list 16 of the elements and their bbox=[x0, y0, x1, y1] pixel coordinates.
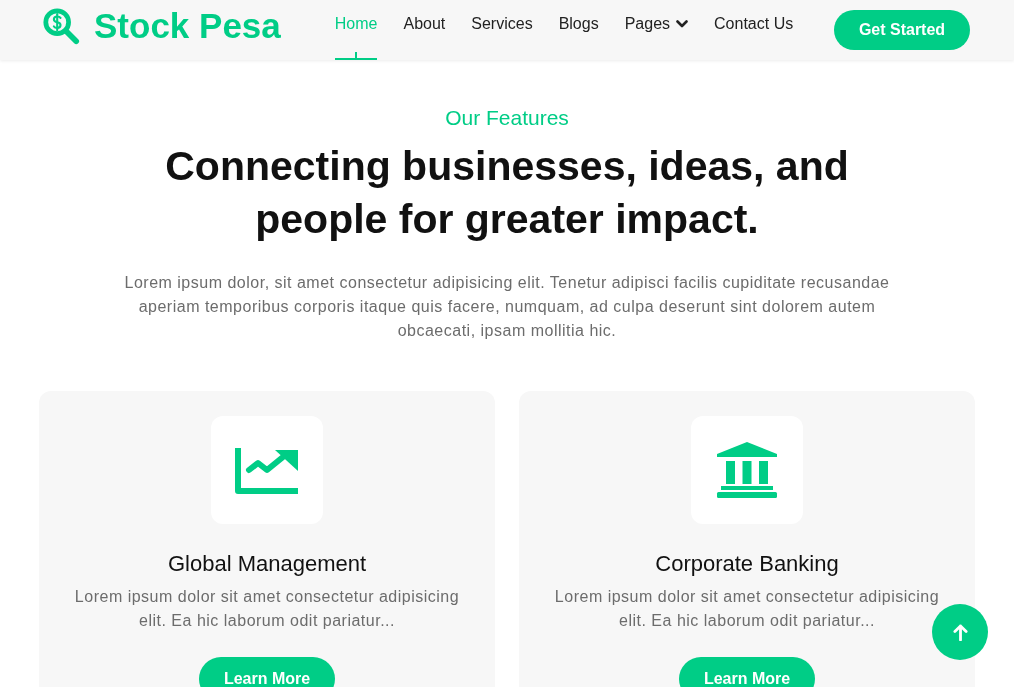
section-eyebrow: Our Features bbox=[445, 106, 569, 130]
card-title: Global Management bbox=[167, 550, 367, 578]
brand-name: Stock Pesa bbox=[94, 5, 281, 47]
nav-link[interactable]: Contact Us bbox=[714, 0, 794, 60]
dollar-magnifier-icon bbox=[42, 7, 80, 45]
section-heading: Connecting businesses, ideas, and people for greater impact. bbox=[164, 142, 850, 244]
arrow-up-icon bbox=[952, 623, 968, 641]
nav-link[interactable]: Blogs bbox=[558, 0, 599, 60]
nav-link[interactable]: Services bbox=[471, 0, 533, 60]
nav-link[interactable]: Pages bbox=[624, 0, 689, 60]
bank-building-icon bbox=[715, 442, 779, 498]
nav-link[interactable]: About bbox=[403, 0, 446, 60]
card-title: Corporate Banking bbox=[655, 550, 839, 578]
card-text: Lorem ipsum dolor sit amet consectetur adipisicing elit. Ea hic laborum odit pariatur... bbox=[553, 587, 941, 631]
card-text: Lorem ipsum dolor sit amet consectetur adipisicing elit. Ea hic laborum odit pariatur... bbox=[73, 587, 461, 631]
section-description: Lorem ipsum dolor, sit amet consectetur adipisicing elit. Tenetur adipisci facilis cupiditate recusandae aperiam temporibus corporis itaque quis facere, numquam, ad culpa deserunt sint dolorem autem obcaecati, ipsam mollitia hic. bbox=[123, 273, 891, 341]
